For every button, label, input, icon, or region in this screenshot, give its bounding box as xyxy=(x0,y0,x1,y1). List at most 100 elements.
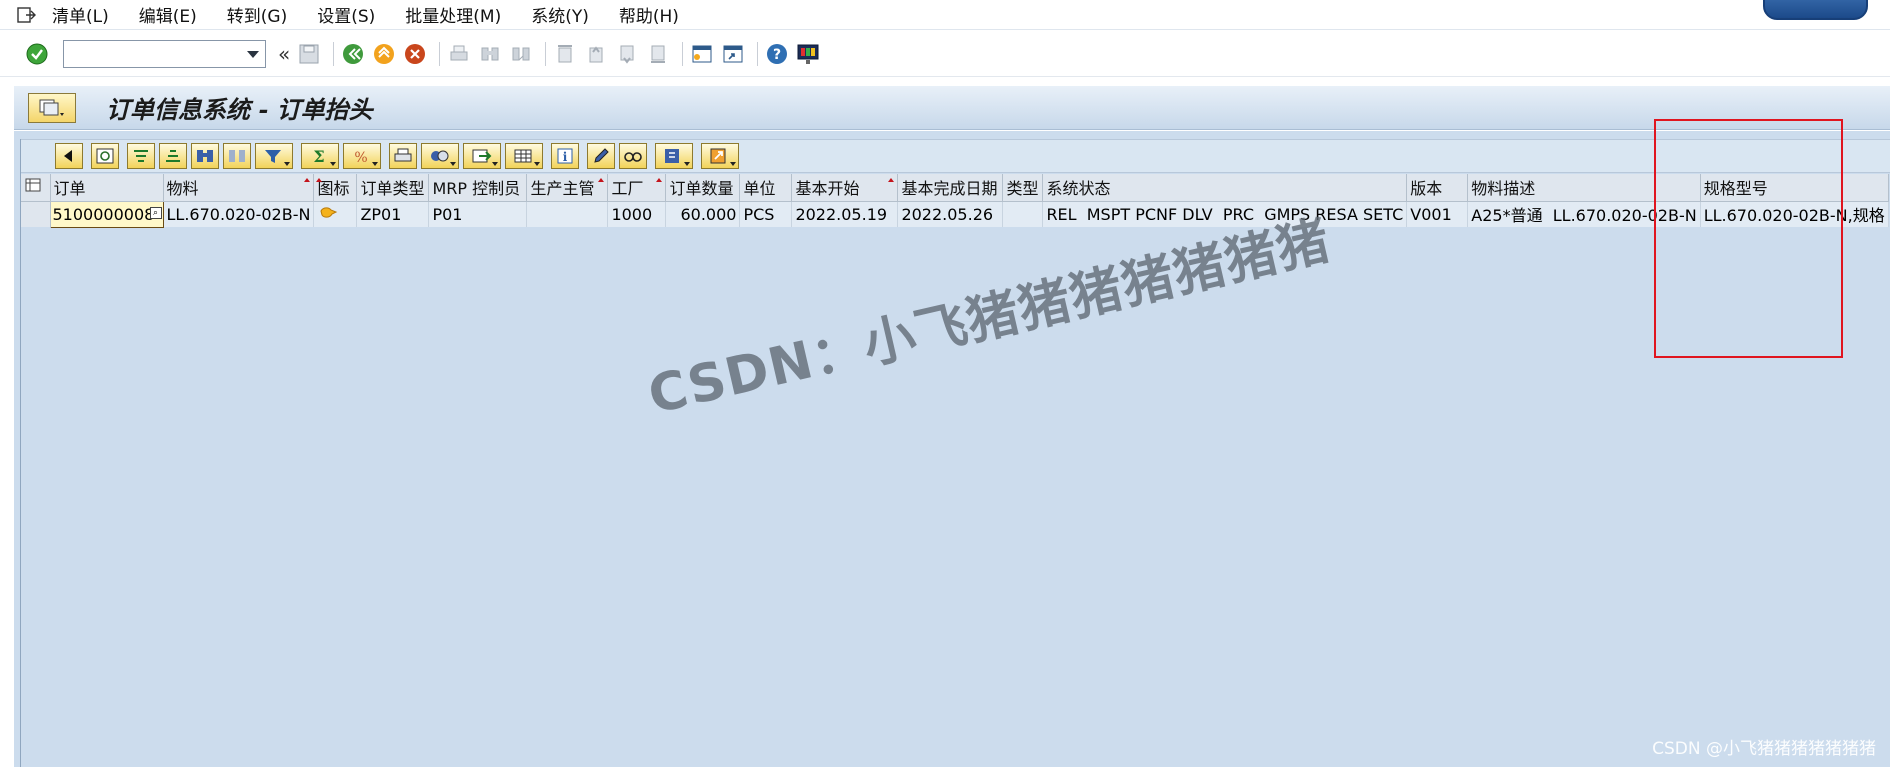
col-header-system-status[interactable]: 系统状态 xyxy=(1042,174,1408,202)
col-header-basic-finish[interactable]: 基本完成日期 xyxy=(897,174,1004,202)
menu-batch[interactable]: 批量处理(M) xyxy=(405,2,501,27)
order-type-cell[interactable]: ZP01 xyxy=(356,201,430,227)
col-header-version[interactable]: 版本 xyxy=(1406,174,1469,202)
mrp-controller-cell[interactable]: P01 xyxy=(428,201,528,227)
col-header-unit[interactable]: 单位 xyxy=(739,174,793,202)
layout-menu-button[interactable] xyxy=(28,92,76,123)
col-header-icon[interactable]: 图标 xyxy=(313,174,358,202)
order-number[interactable]: 5100000008 xyxy=(53,205,155,224)
type-cell[interactable] xyxy=(1002,201,1044,227)
basic-finish-cell[interactable]: 2022.05.26 xyxy=(897,201,1004,227)
print-icon[interactable] xyxy=(446,41,472,67)
col-header-quantity[interactable]: 订单数量 xyxy=(665,174,741,202)
toolbar-separator xyxy=(333,41,335,66)
sort-descending-button[interactable] xyxy=(159,143,187,169)
information-button[interactable]: i xyxy=(551,143,579,169)
col-header-basic-start[interactable]: 基本开始 xyxy=(791,174,899,202)
menu-list[interactable]: 清单(L) xyxy=(52,2,109,27)
collapse-toolbar-icon[interactable]: « xyxy=(278,42,290,66)
command-field[interactable] xyxy=(63,39,266,68)
value-help-icon[interactable]: ⌕ xyxy=(149,206,162,219)
menu-edit[interactable]: 编辑(E) xyxy=(139,2,197,27)
find-button[interactable] xyxy=(191,143,219,169)
menu-goto[interactable]: 转到(G) xyxy=(227,2,287,27)
toolbar-separator xyxy=(545,41,547,66)
material-cell[interactable]: LL.670.020-02B-N xyxy=(163,201,315,227)
plant-cell[interactable]: 1000 xyxy=(607,201,667,227)
back-icon[interactable] xyxy=(340,41,366,67)
filter-button[interactable] xyxy=(255,143,293,169)
customize-layout-icon[interactable] xyxy=(795,41,821,67)
exit-icon[interactable] xyxy=(371,41,397,67)
binoculars-next-icon xyxy=(229,150,245,162)
next-page-icon[interactable] xyxy=(614,41,640,67)
new-session-icon[interactable] xyxy=(689,41,715,67)
find-icon[interactable] xyxy=(477,41,503,67)
save-icon[interactable] xyxy=(296,41,322,67)
find-next-button[interactable] xyxy=(223,143,251,169)
orders-button[interactable] xyxy=(655,143,693,169)
prod-supervisor-cell[interactable] xyxy=(526,201,609,227)
menu-exit-icon[interactable] xyxy=(14,4,38,26)
chevron-down-icon xyxy=(330,162,336,166)
col-header-plant[interactable]: 工厂 xyxy=(607,174,667,202)
layout-grid-icon xyxy=(514,149,532,163)
last-page-icon[interactable] xyxy=(645,41,671,67)
row-selector[interactable] xyxy=(21,201,51,227)
sort-ascending-icon xyxy=(134,150,148,162)
sort-descending-icon xyxy=(166,150,180,162)
corner-watermark: CSDN @小飞猪猪猪猪猪猪猪 xyxy=(1652,739,1876,759)
previous-page-icon[interactable] xyxy=(583,41,609,67)
basic-start-cell[interactable]: 2022.05.19 xyxy=(791,201,899,227)
layout-button[interactable] xyxy=(505,143,543,169)
table-row[interactable]: 5100000008 ⌕ LL.670.020-02B-N ZP01 P01 1… xyxy=(21,200,1889,228)
magnifier-icon xyxy=(96,148,114,164)
menu-settings[interactable]: 设置(S) xyxy=(317,2,375,27)
col-header-order-type[interactable]: 订单类型 xyxy=(356,174,430,202)
unit-cell[interactable]: PCS xyxy=(739,201,793,227)
refresh-button[interactable] xyxy=(91,143,119,169)
title-bar: 订单信息系统 - 订单抬头 xyxy=(14,86,1890,130)
quantity-cell[interactable]: 60.000 xyxy=(665,201,741,227)
views-button[interactable] xyxy=(421,143,459,169)
version-cell[interactable]: V001 xyxy=(1406,201,1469,227)
command-input[interactable] xyxy=(64,40,244,67)
binoculars-icon xyxy=(197,150,213,162)
print-preview-button[interactable] xyxy=(389,143,417,169)
filter-icon xyxy=(265,150,281,163)
menu-system[interactable]: 系统(Y) xyxy=(531,2,589,27)
cancel-icon[interactable] xyxy=(402,41,428,67)
svg-text:%: % xyxy=(354,150,367,165)
help-icon[interactable]: ? xyxy=(764,41,790,67)
menu-help[interactable]: 帮助(H) xyxy=(619,2,679,27)
first-page-icon[interactable] xyxy=(552,41,578,67)
triangle-left-icon xyxy=(64,150,72,162)
toolbar-separator xyxy=(757,41,759,66)
col-header-mrp-controller[interactable]: MRP 控制员 xyxy=(428,174,528,202)
shortcut-icon[interactable] xyxy=(720,41,746,67)
chevron-down-icon[interactable] xyxy=(247,50,259,58)
change-button[interactable] xyxy=(587,143,615,169)
col-header-type[interactable]: 类型 xyxy=(1002,174,1044,202)
display-button[interactable] xyxy=(619,143,647,169)
toolbar-separator xyxy=(682,41,684,66)
menu-bar: 清单(L) 编辑(E) 转到(G) 设置(S) 批量处理(M) 系统(Y) 帮助… xyxy=(0,0,1890,30)
find-next-icon[interactable] xyxy=(508,41,534,67)
order-cell[interactable]: 5100000008 ⌕ xyxy=(49,200,164,228)
pencil-icon xyxy=(594,148,609,163)
select-all-icon[interactable] xyxy=(21,174,51,202)
details-button[interactable] xyxy=(55,143,83,169)
total-button[interactable]: Σ xyxy=(301,143,339,169)
sap-logo xyxy=(1763,0,1868,20)
goto-button[interactable] xyxy=(701,143,739,169)
col-header-prod-supervisor[interactable]: 生产主管 xyxy=(526,174,609,202)
subtotal-button[interactable]: % xyxy=(343,143,381,169)
export-button[interactable] xyxy=(463,143,501,169)
alv-toolbar: Σ % i xyxy=(21,139,1890,173)
col-header-material[interactable]: 物料 xyxy=(163,174,315,202)
svg-text:Σ: Σ xyxy=(313,147,324,165)
standard-toolbar: « ? xyxy=(0,31,1890,77)
col-header-order[interactable]: 订单 xyxy=(50,174,164,202)
sort-ascending-button[interactable] xyxy=(127,143,155,169)
enter-icon[interactable] xyxy=(24,41,50,67)
